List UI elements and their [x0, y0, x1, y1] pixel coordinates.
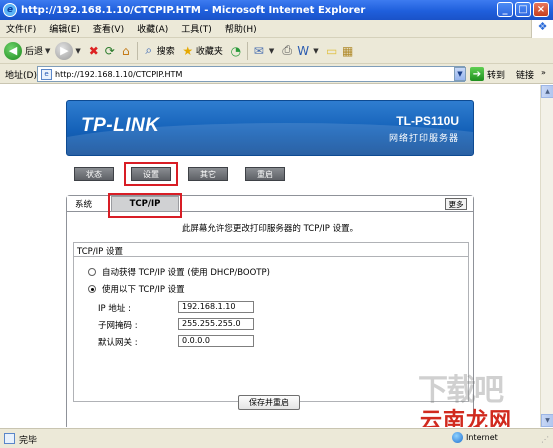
minimize-button[interactable]: _	[497, 2, 513, 17]
search-label: 搜索	[156, 47, 175, 57]
word-icon: W	[297, 43, 310, 58]
print-icon[interactable]: ⎙	[279, 43, 295, 59]
tplink-logo: TP-LINK	[81, 115, 160, 136]
forward-arrow-icon: ▶	[55, 41, 74, 60]
back-label: 后退	[25, 47, 44, 57]
page-icon: e	[41, 68, 52, 80]
address-dropdown-button[interactable]: ▼	[454, 67, 466, 81]
messenger-icon[interactable]: ▦	[340, 43, 356, 59]
settings-panel: 系统 TCP/IP 更多 此屏幕允许您更改打印服务器的 TCP/IP 设置。 T…	[66, 193, 474, 427]
radio-manual[interactable]	[88, 285, 96, 293]
gateway-label: 默认网关 :	[98, 338, 138, 348]
windows-logo-icon: ❖	[531, 20, 553, 38]
links-button[interactable]: 链接	[516, 68, 534, 81]
ip-address-label: IP 地址 :	[98, 304, 131, 314]
menu-edit[interactable]: 编辑(E)	[49, 22, 80, 35]
save-restart-button[interactable]: 保存并重启	[238, 395, 300, 410]
ie-logo-icon: e	[3, 3, 17, 17]
tcpip-highlight-box	[108, 193, 182, 218]
back-button[interactable]: ◀ 后退 ▼	[4, 41, 51, 60]
tab-system[interactable]: 系统	[75, 198, 92, 210]
model-name: TL-PS110U	[396, 114, 459, 128]
go-button[interactable]: ➔ 转到	[470, 67, 505, 81]
chevron-down-icon: ▼	[268, 46, 275, 55]
device-subtitle: 网络打印服务器	[388, 134, 459, 144]
toolbar: ◀ 后退 ▼ ▶ ▼ ✖ ⟳ ⌂ ⌕ 搜索 ★ 收藏夹 ◔ ✉ ▼ ⎙ W ▼ …	[0, 38, 553, 64]
chevron-down-icon: ▼	[45, 46, 51, 55]
links-chevron-icon[interactable]: »	[541, 68, 546, 77]
menu-help[interactable]: 帮助(H)	[225, 22, 257, 35]
more-button[interactable]: 更多	[445, 198, 467, 210]
radio-auto-row[interactable]: 自动获得 TCP/IP 设置 (使用 DHCP/BOOTP)	[88, 266, 270, 278]
nav-restart-button[interactable]: 重启	[245, 167, 285, 181]
resize-grip-icon[interactable]: ⋰	[541, 435, 551, 445]
address-label: 地址(D)	[5, 71, 37, 81]
address-bar: 地址(D) e http://192.168.1.10/CTCPIP.HTM ▼…	[0, 64, 553, 84]
address-input[interactable]: e http://192.168.1.10/CTCPIP.HTM	[37, 66, 465, 82]
globe-icon	[452, 432, 463, 443]
menu-favorites[interactable]: 收藏(A)	[137, 22, 168, 35]
nav-status-button[interactable]: 状态	[74, 167, 114, 181]
menu-view[interactable]: 查看(V)	[93, 22, 124, 35]
radio-manual-label: 使用以下 TCP/IP 设置	[102, 285, 185, 295]
group-title: TCP/IP 设置	[74, 243, 468, 257]
zone-label: Internet	[466, 433, 498, 442]
menu-bar: 文件(F) 编辑(E) 查看(V) 收藏(A) 工具(T) 帮助(H) ❖	[0, 20, 553, 38]
page-status-icon	[4, 433, 15, 444]
settings-highlight-box	[124, 162, 178, 186]
chevron-down-icon: ▼	[313, 46, 319, 55]
watermark-red: 云南龙网	[420, 409, 513, 427]
menu-tools[interactable]: 工具(T)	[181, 22, 212, 35]
gateway-input[interactable]: 0.0.0.0	[178, 335, 254, 347]
folder-icon[interactable]: ▭	[324, 43, 340, 59]
star-icon: ★	[182, 43, 194, 58]
radio-auto-label: 自动获得 TCP/IP 设置 (使用 DHCP/BOOTP)	[102, 268, 270, 278]
refresh-icon[interactable]: ⟳	[102, 43, 118, 59]
scroll-up-icon[interactable]: ▲	[541, 85, 553, 98]
status-text: 完毕	[19, 436, 38, 446]
address-url: http://192.168.1.10/CTCPIP.HTM	[55, 69, 183, 79]
go-arrow-icon: ➔	[470, 67, 484, 81]
back-arrow-icon: ◀	[4, 41, 22, 60]
subnet-mask-input[interactable]: 255.255.255.0	[178, 318, 254, 330]
history-icon[interactable]: ◔	[228, 43, 244, 59]
subnet-mask-label: 子网掩码 :	[98, 321, 138, 331]
tab-strip: 系统 TCP/IP 更多	[67, 193, 473, 218]
menu-file[interactable]: 文件(F)	[6, 22, 36, 35]
favorites-label: 收藏夹	[195, 47, 223, 57]
scroll-down-icon[interactable]: ▼	[541, 414, 553, 427]
title-bar: e http://192.168.1.10/CTCPIP.HTM - Micro…	[0, 0, 553, 20]
security-zone: Internet	[452, 432, 498, 443]
maximize-button[interactable]: □	[515, 2, 531, 17]
mail-icon: ✉	[253, 43, 264, 58]
ip-address-input[interactable]: 192.168.1.10	[178, 301, 254, 313]
forward-button[interactable]: ▶ ▼	[55, 41, 81, 60]
page-description: 此屏幕允许您更改打印服务器的 TCP/IP 设置。	[181, 224, 359, 234]
nav-other-button[interactable]: 其它	[188, 167, 228, 181]
go-label: 转到	[487, 70, 506, 81]
mail-button[interactable]: ✉ ▼	[251, 43, 274, 59]
status-bar: 完毕 Internet ⋰	[0, 428, 553, 448]
toolbar-separator	[136, 41, 138, 60]
toolbar-separator	[246, 41, 248, 60]
tplink-banner: TP-LINK TL-PS110U 网络打印服务器	[66, 100, 474, 156]
chevron-down-icon: ▼	[75, 46, 81, 55]
search-icon: ⌕	[145, 43, 153, 57]
stop-icon[interactable]: ✖	[86, 43, 102, 59]
vertical-scrollbar[interactable]: ▲ ▼	[540, 85, 553, 427]
page-content: TP-LINK TL-PS110U 网络打印服务器 状态 设置 其它 重启 系统…	[0, 85, 540, 427]
home-icon[interactable]: ⌂	[118, 43, 134, 59]
edit-button[interactable]: W ▼	[295, 43, 318, 59]
favorites-button[interactable]: ★ 收藏夹	[180, 43, 223, 59]
window-title: http://192.168.1.10/CTCPIP.HTM - Microso…	[21, 4, 366, 16]
tcpip-settings-group: TCP/IP 设置 自动获得 TCP/IP 设置 (使用 DHCP/BOOTP)…	[73, 242, 469, 402]
radio-auto[interactable]	[88, 268, 96, 276]
close-button[interactable]: ×	[533, 2, 549, 17]
search-button[interactable]: ⌕ 搜索	[141, 43, 175, 59]
radio-manual-row[interactable]: 使用以下 TCP/IP 设置	[88, 283, 185, 295]
